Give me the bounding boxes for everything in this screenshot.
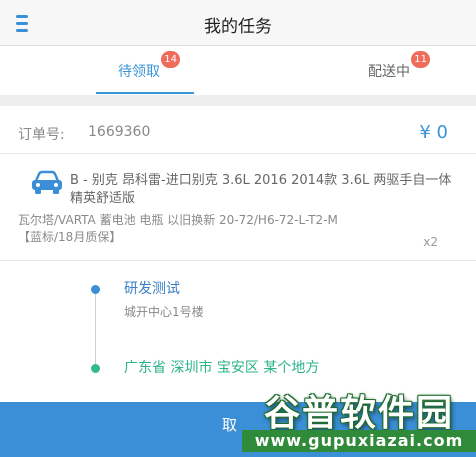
product-quantity: x2 xyxy=(423,235,438,249)
section-gap xyxy=(0,95,476,106)
product-spec: 瓦尔塔/VARTA 蓄电池 电瓶 以旧换新 20-72/H6-72-L-T2-M… xyxy=(18,213,338,244)
active-tab-indicator xyxy=(96,92,194,94)
watermark-url: www.gupuxiazai.com xyxy=(242,430,476,452)
claim-button-label: 取 xyxy=(222,416,238,434)
pickup-dot-icon xyxy=(91,285,100,294)
pickup-address: 城开中心1号楼 xyxy=(124,305,204,319)
pickup-title: 研发测试 xyxy=(124,281,180,297)
order-header: 订单号: 1669360 ¥ 0 xyxy=(0,116,476,154)
watermark-logo: 谷普软件园 www.gupuxiazai.com xyxy=(242,382,476,457)
order-number: 1669360 xyxy=(88,124,151,140)
dropoff-dot-icon xyxy=(91,364,100,373)
task-tabs: 待领取 14 配送中 11 xyxy=(0,47,476,95)
vehicle-name: B - 别克 昂科雷-进口别克 3.6L 2016 2014款 3.6L 两驱手… xyxy=(70,173,452,206)
divider xyxy=(0,260,476,261)
tab-delivering-badge: 11 xyxy=(411,51,430,68)
tab-pending[interactable]: 待领取 14 xyxy=(80,47,198,95)
tab-pending-badge: 14 xyxy=(161,51,180,68)
app-header: 我的任务 xyxy=(0,0,476,46)
watermark-title: 谷普软件园 xyxy=(263,393,454,434)
tab-delivering-label: 配送中 xyxy=(368,64,410,80)
page-title: 我的任务 xyxy=(204,17,272,37)
order-price: ¥ 0 xyxy=(419,122,448,143)
order-number-label: 订单号: xyxy=(18,127,65,143)
dropoff-address: 广东省 深圳市 宝安区 某个地方 xyxy=(124,360,320,376)
route-line xyxy=(95,291,96,367)
tab-delivering[interactable]: 配送中 11 xyxy=(330,47,448,95)
car-icon xyxy=(32,170,62,194)
tab-pending-label: 待领取 xyxy=(118,64,160,80)
